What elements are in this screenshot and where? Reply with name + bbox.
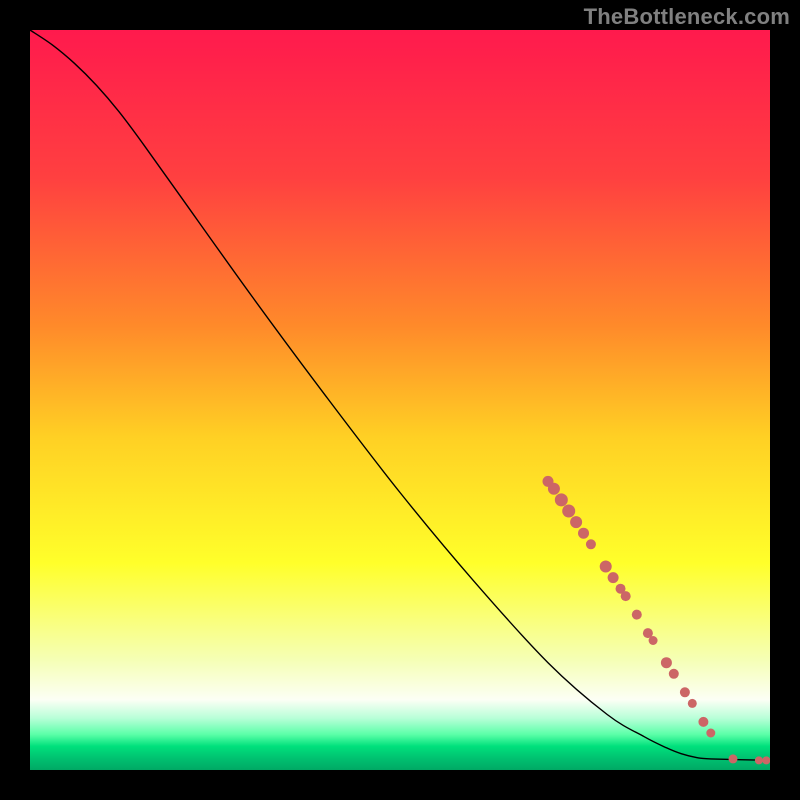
watermark-text: TheBottleneck.com bbox=[584, 4, 790, 30]
data-marker bbox=[586, 539, 596, 549]
data-marker bbox=[649, 636, 658, 645]
data-marker bbox=[661, 657, 672, 668]
data-marker bbox=[621, 591, 631, 601]
data-marker bbox=[632, 610, 642, 620]
chart-frame: TheBottleneck.com bbox=[0, 0, 800, 800]
data-marker bbox=[600, 561, 612, 573]
data-marker bbox=[578, 528, 589, 539]
data-marker bbox=[608, 572, 619, 583]
data-marker bbox=[555, 493, 568, 506]
data-marker bbox=[729, 754, 738, 763]
data-marker bbox=[762, 756, 770, 764]
data-marker bbox=[562, 505, 575, 518]
data-marker bbox=[688, 699, 697, 708]
data-marker bbox=[548, 483, 560, 495]
data-marker bbox=[669, 669, 679, 679]
data-marker bbox=[680, 687, 690, 697]
data-marker bbox=[698, 717, 708, 727]
plot-svg bbox=[30, 30, 770, 770]
data-marker bbox=[755, 756, 763, 764]
data-marker bbox=[706, 729, 715, 738]
plot-area bbox=[30, 30, 770, 770]
data-marker bbox=[570, 516, 582, 528]
